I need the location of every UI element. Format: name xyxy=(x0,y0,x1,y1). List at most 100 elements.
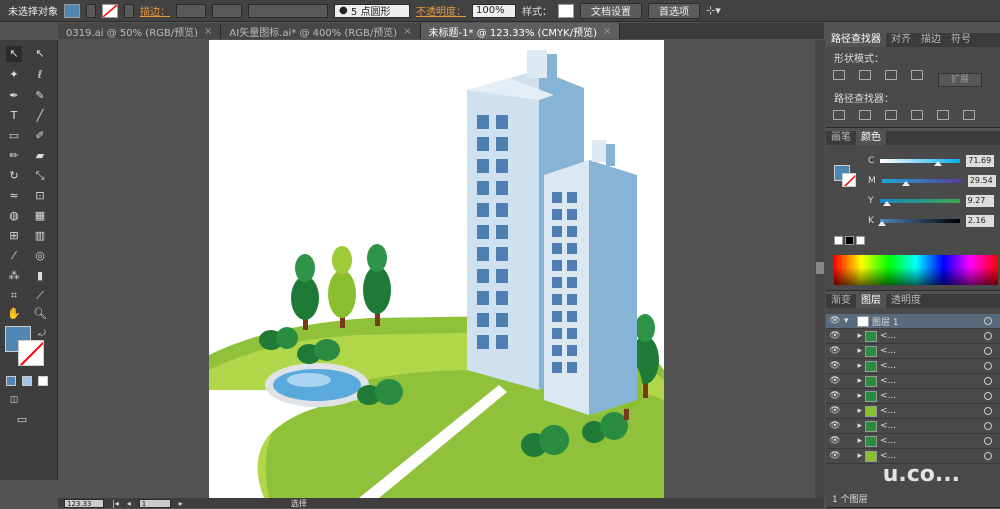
tab-transparency[interactable]: 透明度 xyxy=(886,294,926,308)
target-icon[interactable] xyxy=(984,422,992,430)
slice-tool-icon[interactable]: ⟋ xyxy=(32,288,48,304)
gradient-mode-icon[interactable] xyxy=(22,376,32,386)
c-value-field[interactable]: 71.69 xyxy=(966,155,995,167)
merge-icon[interactable] xyxy=(885,110,897,120)
sublayer-row[interactable]: 👁︎ ▸ <... xyxy=(826,434,1000,449)
pen-tool-icon[interactable]: ✒ xyxy=(6,88,22,104)
eye-icon[interactable]: 👁︎ xyxy=(826,436,844,446)
hand-tool-icon[interactable]: ✋ xyxy=(6,306,22,322)
target-icon[interactable] xyxy=(984,407,992,415)
zoom-field[interactable]: 123.33 xyxy=(64,498,104,508)
gradient-tool-icon[interactable]: ▥ xyxy=(32,228,48,244)
sublayer-row[interactable]: 👁︎ ▸ <... xyxy=(826,374,1000,389)
curvature-tool-icon[interactable]: ✎ xyxy=(32,88,48,104)
fill-dropdown[interactable] xyxy=(86,3,96,18)
column-graph-icon[interactable]: ▮ xyxy=(32,268,48,284)
outline-icon[interactable] xyxy=(937,110,949,120)
color-spectrum[interactable] xyxy=(834,255,998,285)
sublayer-row[interactable]: 👁︎ ▸ <... xyxy=(826,404,1000,419)
eye-icon[interactable]: 👁︎ xyxy=(826,451,844,461)
artboard-tool-icon[interactable]: ⌗ xyxy=(6,288,22,304)
rotate-tool-icon[interactable]: ↻ xyxy=(6,168,22,184)
shape-builder-icon[interactable]: ◍ xyxy=(6,208,22,224)
eye-icon[interactable]: 👁︎ xyxy=(826,406,844,416)
expand-arrow-icon[interactable]: ▸ xyxy=(844,436,862,446)
m-slider[interactable] xyxy=(881,179,962,186)
stroke-swatch[interactable] xyxy=(102,3,118,18)
k-slider[interactable] xyxy=(877,219,960,226)
eye-icon[interactable]: 👁︎ xyxy=(826,421,844,431)
eye-icon[interactable]: 👁︎ xyxy=(826,391,844,401)
black-swatch[interactable] xyxy=(845,236,854,245)
stroke-color-box[interactable] xyxy=(18,340,44,366)
selection-tool-icon[interactable]: ↖ xyxy=(6,46,22,62)
mesh-tool-icon[interactable]: ⊞ xyxy=(6,228,22,244)
direct-selection-tool-icon[interactable]: ↖ xyxy=(32,46,48,62)
tab-layers[interactable]: 图层 xyxy=(856,294,886,308)
close-icon[interactable]: × xyxy=(204,26,212,37)
y-slider[interactable] xyxy=(879,199,960,206)
intersect-icon[interactable] xyxy=(885,70,897,80)
type-tool-icon[interactable]: T xyxy=(6,108,22,124)
eye-icon[interactable]: 👁︎ xyxy=(826,316,844,326)
sublayer-row[interactable]: 👁︎ ▸ <... xyxy=(826,419,1000,434)
opacity-field[interactable]: 100% xyxy=(472,3,516,18)
target-icon[interactable] xyxy=(984,377,992,385)
color-stroke-box[interactable] xyxy=(842,173,856,187)
pencil-icon[interactable]: ✏ xyxy=(6,148,22,164)
tab-gradient[interactable]: 渐变 xyxy=(826,294,856,308)
target-icon[interactable] xyxy=(984,437,992,445)
paintbrush-icon[interactable]: ✐ xyxy=(32,128,48,144)
first-page-icon[interactable]: |◂ xyxy=(112,499,119,508)
target-icon[interactable] xyxy=(984,392,992,400)
expand-arrow-icon[interactable]: ▾ xyxy=(844,316,854,326)
slider-knob[interactable] xyxy=(882,201,891,206)
k-value-field[interactable]: 2.16 xyxy=(965,215,994,227)
expand-arrow-icon[interactable]: ▸ xyxy=(844,331,862,341)
target-icon[interactable] xyxy=(984,452,992,460)
tab-pathfinder[interactable]: 路径查找器 xyxy=(826,33,886,47)
eraser-icon[interactable]: ▰ xyxy=(32,148,48,164)
style-swatch[interactable] xyxy=(558,3,574,18)
page-field[interactable]: 1 xyxy=(138,498,171,508)
variable-width-dropdown[interactable] xyxy=(248,3,328,18)
m-value-field[interactable]: 29.54 xyxy=(967,175,996,187)
expand-arrow-icon[interactable]: ▸ xyxy=(844,376,862,386)
sublayer-row[interactable]: 👁︎ ▸ <... xyxy=(826,329,1000,344)
scroll-thumb[interactable] xyxy=(816,262,824,274)
tab-untitled[interactable]: 未标题-1* @ 123.33% (CMYK/预览) × xyxy=(420,23,621,39)
swap-colors-icon[interactable]: ⤾ xyxy=(34,326,50,342)
expand-arrow-icon[interactable]: ▸ xyxy=(844,361,862,371)
artboard[interactable] xyxy=(209,40,664,498)
eye-icon[interactable]: 👁︎ xyxy=(826,331,844,341)
color-mode-icon[interactable] xyxy=(6,376,16,386)
fill-swatch[interactable] xyxy=(64,3,80,18)
none-swatch[interactable] xyxy=(834,236,843,245)
stroke-weight-stepper[interactable] xyxy=(176,3,206,18)
prev-page-icon[interactable]: ◂ xyxy=(127,499,131,508)
magic-wand-icon[interactable]: ✦ xyxy=(6,67,22,83)
expand-arrow-icon[interactable]: ▸ xyxy=(844,406,862,416)
exclude-icon[interactable] xyxy=(911,70,923,80)
warp-tool-icon[interactable]: ≈ xyxy=(6,188,22,204)
blend-tool-icon[interactable]: ◎ xyxy=(32,248,48,264)
slider-knob[interactable] xyxy=(877,221,886,226)
screen-mode-icon[interactable]: ▭ xyxy=(14,412,30,428)
white-swatch[interactable] xyxy=(856,236,865,245)
free-transform-icon[interactable]: ⊡ xyxy=(32,188,48,204)
trim-icon[interactable] xyxy=(859,110,871,120)
layer-row[interactable]: 👁︎ ▾ 图层 1 xyxy=(826,314,1000,329)
unite-icon[interactable] xyxy=(833,70,845,80)
minus-back-icon[interactable] xyxy=(963,110,975,120)
target-icon[interactable] xyxy=(984,362,992,370)
slider-knob[interactable] xyxy=(933,161,942,166)
tab-vector-icons[interactable]: AI矢量图标.ai* @ 400% (RGB/预览) × xyxy=(221,23,421,39)
opacity-label[interactable]: 不透明度： xyxy=(416,3,466,18)
zoom-tool-icon[interactable]: 🔍︎ xyxy=(32,306,48,322)
divide-icon[interactable] xyxy=(833,110,845,120)
tab-symbols[interactable]: 符号 xyxy=(946,33,976,47)
eyedropper-icon[interactable]: ⁄ xyxy=(6,248,22,264)
scale-tool-icon[interactable]: ⤡ xyxy=(32,168,48,184)
arrange-icon[interactable]: ⊹▾ xyxy=(706,4,721,17)
eye-icon[interactable]: 👁︎ xyxy=(826,376,844,386)
